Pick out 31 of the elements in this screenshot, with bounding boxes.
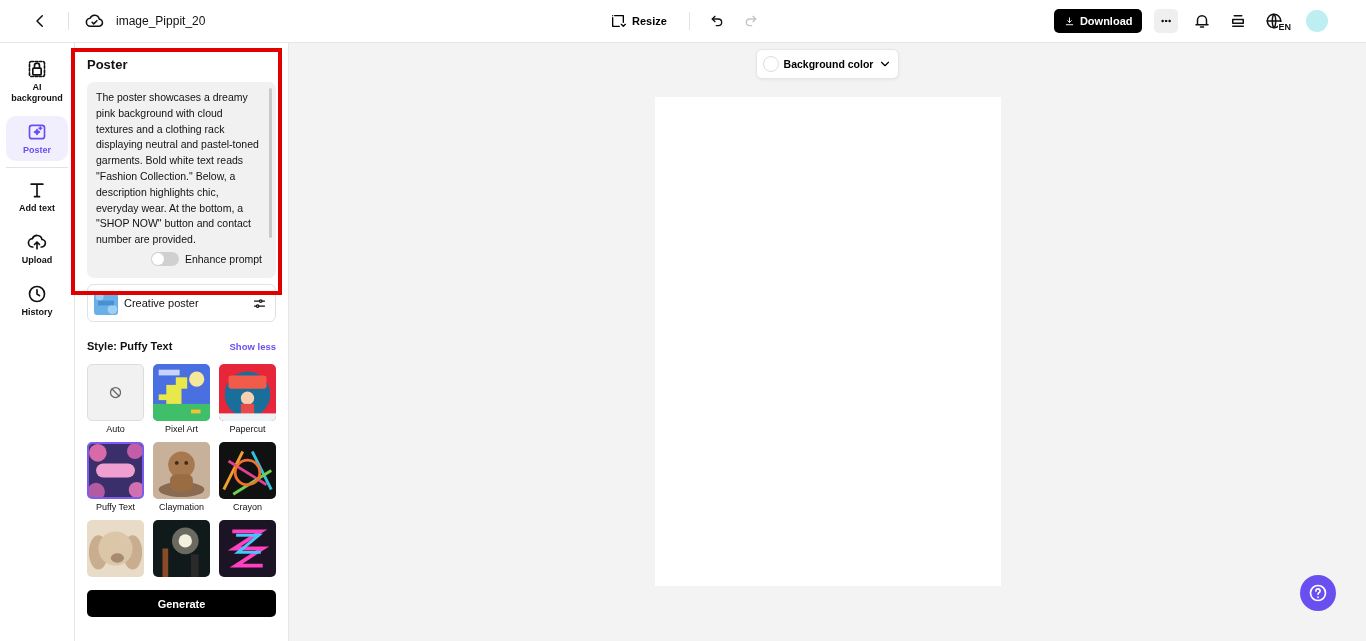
no-symbol-icon: [108, 385, 123, 400]
lock-frame-icon: [27, 59, 47, 79]
download-button[interactable]: Download: [1053, 9, 1143, 33]
enhance-toggle[interactable]: [150, 251, 179, 266]
sidebar-item[interactable]: Upload: [6, 226, 68, 272]
resize-button[interactable]: Resize: [604, 12, 673, 30]
style-option[interactable]: Crayon: [219, 442, 276, 514]
panel-title: Poster: [87, 57, 129, 72]
clock-icon: [27, 284, 47, 304]
background-color-button[interactable]: Background color: [755, 49, 900, 79]
sidebar-item[interactable]: Poster: [6, 115, 68, 162]
download-icon: [1063, 15, 1075, 27]
sidebar-item[interactable]: AI background: [6, 53, 68, 110]
show-less-link[interactable]: Show less: [229, 340, 276, 352]
prompt-field[interactable]: The poster showcases a dreamy pink background with cloud textures and a clothing rack displaying neutral and pastel-toned garments. Bold white text reads "Fashion Collection." Below, a description highlights chic, everyday wear. At the bottom, a "SHOP NOW" button and contact number are provided. Enhance prompt: [87, 82, 276, 278]
help-icon: [1308, 583, 1328, 603]
generate-button[interactable]: Generate: [87, 590, 276, 617]
style-option[interactable]: Pixel Art: [153, 364, 210, 436]
text-icon: [27, 180, 47, 201]
help-button[interactable]: [1300, 575, 1336, 611]
sidebar-item[interactable]: History: [6, 278, 68, 324]
style-label: Style: Puffy Text: [87, 340, 173, 352]
file-name: image_Pippit_20: [116, 14, 206, 28]
style-option[interactable]: Claymation: [153, 442, 210, 514]
language-button[interactable]: EN: [1262, 9, 1294, 33]
resize-icon: [610, 13, 627, 29]
enhance-label: Enhance prompt: [184, 252, 262, 265]
more-button[interactable]: [1154, 9, 1179, 33]
bell-icon: [1193, 12, 1212, 30]
sidebar-item[interactable]: Add text: [6, 174, 68, 221]
style-option[interactable]: Papercut: [219, 364, 276, 436]
